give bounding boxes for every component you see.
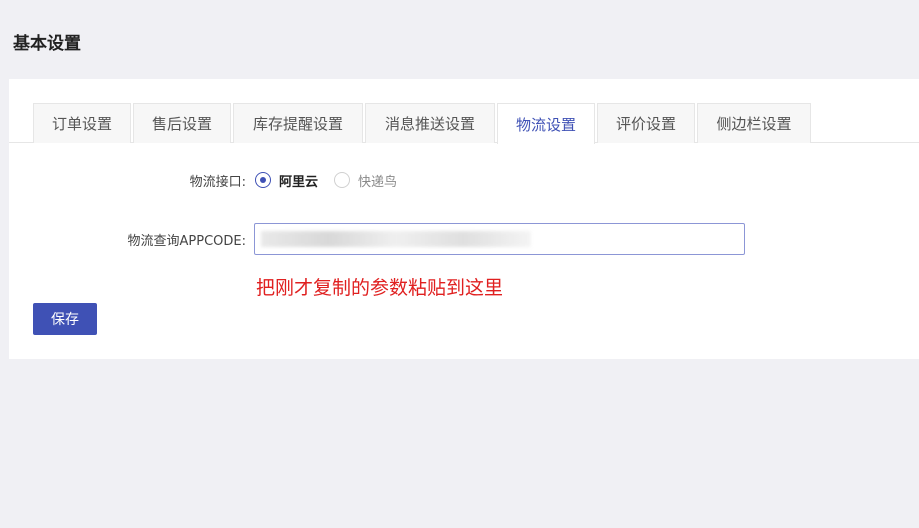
tab-logistics-settings[interactable]: 物流设置 <box>497 103 595 144</box>
radio-aliyun-label: 阿里云 <box>279 174 319 190</box>
settings-card: 订单设置 售后设置 库存提醒设置 消息推送设置 物流设置 评价设置 侧边栏设置 … <box>9 79 919 359</box>
tab-order-settings[interactable]: 订单设置 <box>33 103 131 143</box>
tab-review-settings[interactable]: 评价设置 <box>597 103 695 143</box>
save-button[interactable]: 保存 <box>33 303 97 335</box>
tab-stock-alert-settings[interactable]: 库存提醒设置 <box>233 103 363 143</box>
redacted-value <box>261 231 531 247</box>
logistics-api-label: 物流接口: <box>189 174 246 190</box>
tab-after-sales-settings[interactable]: 售后设置 <box>133 103 231 143</box>
logistics-api-row: 物流接口: 阿里云 快递鸟 <box>9 170 609 190</box>
page-title: 基本设置 <box>13 34 81 54</box>
settings-tabs: 订单设置 售后设置 库存提醒设置 消息推送设置 物流设置 评价设置 侧边栏设置 <box>9 103 919 144</box>
tab-message-push-settings[interactable]: 消息推送设置 <box>365 103 495 143</box>
radio-checked-icon[interactable] <box>255 172 271 188</box>
radio-unchecked-icon[interactable] <box>334 172 351 188</box>
radio-kdniao-label: 快递鸟 <box>358 174 398 190</box>
appcode-label-row: 物流查询APPCODE: <box>9 229 249 249</box>
appcode-label: 物流查询APPCODE: <box>127 233 247 249</box>
tab-sidebar-settings[interactable]: 侧边栏设置 <box>697 103 811 143</box>
paste-hint: 把刚才复制的参数粘贴到这里 <box>256 277 504 299</box>
radio-kdniao[interactable]: 快递鸟 <box>334 171 397 190</box>
radio-aliyun[interactable]: 阿里云 <box>255 171 318 190</box>
